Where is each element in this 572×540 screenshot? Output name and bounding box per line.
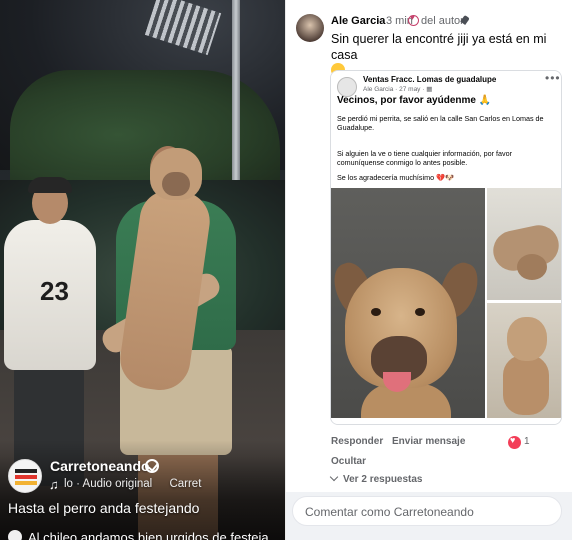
comment-peek-text: Al chileo andamos bien urgidos de festej… [28,530,269,540]
dog-neck [361,384,451,418]
separator-dot: · [377,15,381,27]
logo-stripe [15,469,37,473]
author-badge: del autor [421,15,464,27]
author-heart-icon [408,13,419,26]
logo-stripe [15,481,37,485]
dog-head [507,317,547,361]
dog-body [503,355,549,415]
dog-eye [371,308,381,316]
reply-button[interactable]: Responder [331,436,383,447]
dog-photo-sitting [487,303,561,418]
post-paragraph-2: Si alguien la ve o tiene cualquier infor… [337,149,512,167]
screen: 23 Carretoneando ♫ lo · Audio original C… [0,0,572,540]
shared-post-screenshot[interactable]: Ventas Fracc. Lomas de guadalupe Ale Gar… [330,70,562,425]
jersey-number: 23 [40,276,69,306]
send-message-button[interactable]: Enviar mensaje [392,436,465,447]
fan-cap [28,177,72,193]
group-avatar [337,77,357,97]
reaction-count[interactable]: 1 [524,436,530,447]
view-replies-button[interactable]: Ver 2 respuestas [329,472,423,485]
dog-photo-main [331,188,485,418]
post-meta: Ale Garcia · 27 may · ▦ [363,86,433,93]
video-caption: Hasta el perro anda festejando [8,500,200,516]
video-post[interactable]: 23 Carretoneando ♫ lo · Audio original C… [0,0,286,540]
comment-peek: Al chileo andamos bien urgidos de festej… [8,530,286,540]
dog-photo-lying [487,188,561,300]
music-note-icon: ♫ [49,477,59,492]
group-name: Ventas Fracc. Lomas de guadalupe [363,75,497,84]
heart-reaction-icon[interactable] [508,435,521,449]
chevron-down-icon [329,472,339,482]
audio-name: lo · Audio original [64,478,153,490]
logo-stripe [15,475,37,479]
comment-body: Sin querer la encontré jiji ya está en m… [331,32,547,62]
shared-post-body: Ventas Fracc. Lomas de guadalupe Ale Gar… [331,71,561,424]
page-avatar[interactable] [8,459,42,493]
commenter-avatar [8,530,22,540]
view-replies-label: Ver 2 respuestas [343,474,423,485]
commenter-avatar[interactable] [296,14,324,42]
dog-snout [162,172,190,196]
page-name[interactable]: Carretoneando [50,458,150,474]
comment-input[interactable]: Comentar como Carretoneando [292,496,562,526]
more-options-icon: ••• [545,71,561,85]
hide-button[interactable]: Ocultar [331,456,366,467]
post-title: Vecinos, por favor ayúdenme 🙏 [337,95,492,106]
comment-panel: Ale Garcia · 3 min del autor Sin querer … [286,0,572,540]
post-paragraph-1: Se perdió mi perrita, se salió en la cal… [337,114,544,132]
audio-trail: Carret [169,478,202,490]
dog-head [517,254,547,280]
audio-label[interactable]: lo · Audio original Carret [64,478,201,490]
post-paragraph-3: Se los agradecería muchísimo 💔🐶 [337,173,454,182]
video-overlay-gradient [0,440,286,540]
dog-eye [415,308,425,316]
verified-icon [145,459,159,473]
light-pole [232,0,240,210]
